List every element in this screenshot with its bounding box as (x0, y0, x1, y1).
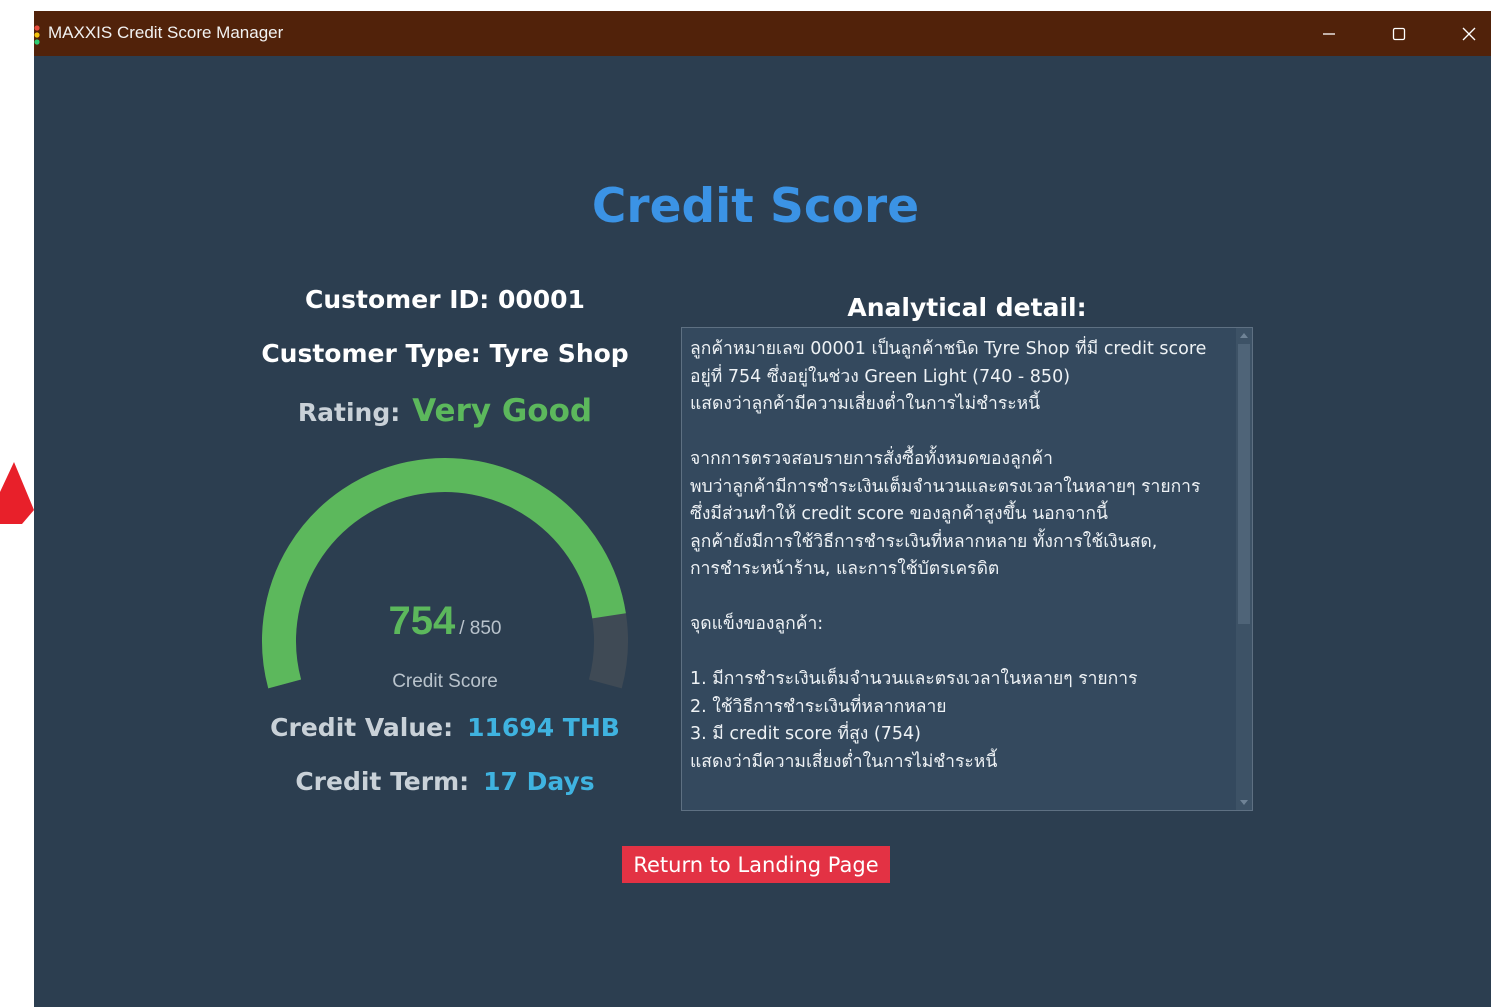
credit-value: 11694 THB (467, 713, 620, 742)
rating-value: Very Good (412, 393, 593, 429)
credit-term-line: Credit Term: 17 Days (244, 767, 646, 796)
chevron-down-icon (1240, 800, 1248, 805)
score-readout: 754/ 850 (244, 599, 646, 644)
rating-line: Rating: Very Good (244, 393, 646, 429)
credit-value-label: Credit Value: (270, 713, 454, 742)
score-value: 754 (388, 599, 456, 643)
customer-id: Customer ID: 00001 (305, 285, 585, 314)
credit-term: 17 Days (483, 767, 595, 796)
chevron-up-icon (1240, 333, 1248, 338)
gauge-fill (262, 458, 626, 689)
screenshot: MAXXIS Credit Score Manager Credit Score (0, 0, 1491, 1007)
maximize-icon (1392, 27, 1406, 40)
score-label: Credit Score (392, 671, 498, 692)
scroll-down-button[interactable] (1236, 796, 1252, 810)
analysis-title: Analytical detail: (847, 293, 1087, 322)
return-to-landing-button[interactable]: Return to Landing Page (622, 846, 890, 883)
analysis-scrollbar[interactable] (1236, 328, 1252, 810)
credit-term-label: Credit Term: (295, 767, 470, 796)
analysis-text[interactable]: ลูกค้าหมายเลข 00001 เป็นลูกค้าชนิด Tyre … (690, 336, 1235, 802)
analysis-textbox[interactable]: ลูกค้าหมายเลข 00001 เป็นลูกค้าชนิด Tyre … (681, 327, 1253, 811)
rating-label: Rating: (297, 398, 401, 427)
score-max: / 850 (459, 618, 502, 639)
credit-value-line: Credit Value: 11694 THB (244, 713, 646, 742)
maximize-button[interactable] (1364, 11, 1434, 56)
close-button[interactable] (1434, 11, 1491, 56)
minimize-button[interactable] (1294, 11, 1364, 56)
app-icon (34, 25, 40, 45)
customer-type: Customer Type: Tyre Shop (261, 339, 629, 368)
app-window: MAXXIS Credit Score Manager Credit Score (34, 11, 1491, 1007)
minimize-icon (1323, 32, 1335, 35)
credit-score-gauge (262, 458, 628, 689)
page-title: Credit Score (591, 179, 920, 234)
scroll-up-button[interactable] (1236, 328, 1252, 342)
red-arrow-shape (0, 462, 34, 524)
close-icon (1462, 27, 1476, 40)
window-title: MAXXIS Credit Score Manager (48, 23, 284, 42)
scrollbar-thumb[interactable] (1238, 344, 1250, 624)
title-bar[interactable]: MAXXIS Credit Score Manager (34, 11, 1491, 56)
